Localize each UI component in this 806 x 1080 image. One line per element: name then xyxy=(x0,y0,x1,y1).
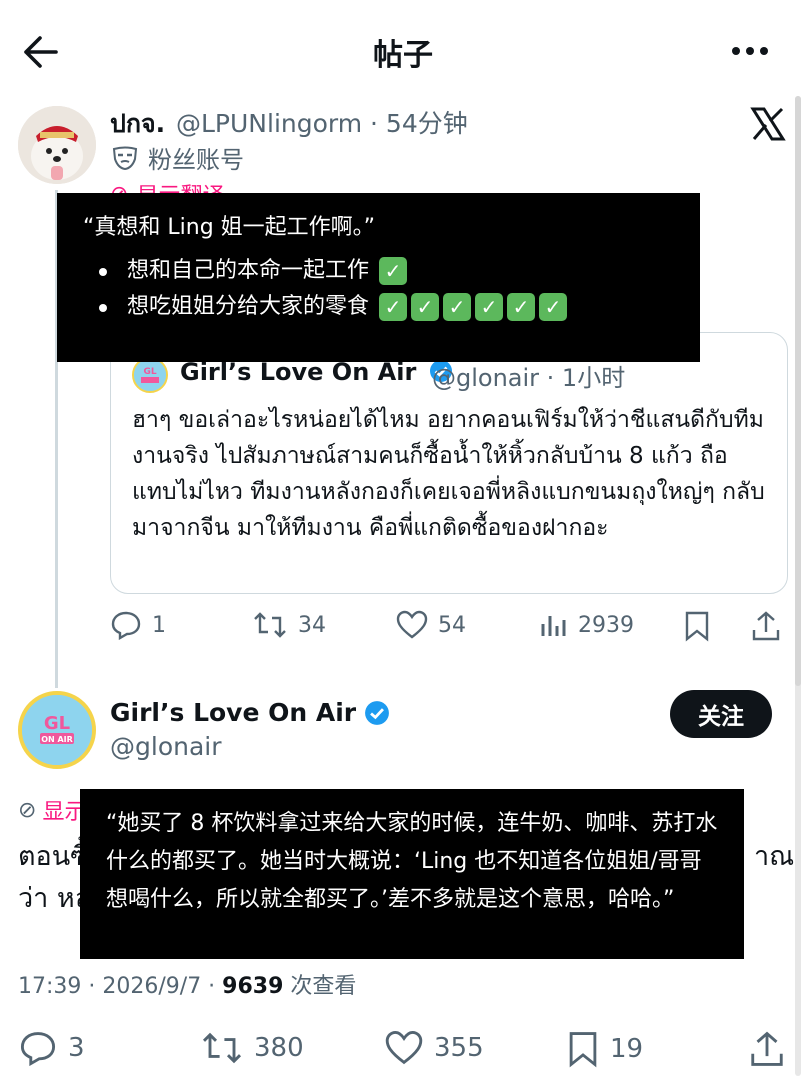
check-icon: ✓ xyxy=(475,293,504,321)
heart-icon xyxy=(384,1030,424,1066)
more-button[interactable] xyxy=(728,36,772,66)
like-count: 54 xyxy=(438,612,466,638)
author-name-text: Girl’s Love On Air xyxy=(110,698,357,727)
quoted-author-name: Girl’s Love On Air xyxy=(180,358,453,386)
views-button[interactable]: 2939 xyxy=(540,610,634,640)
like-button[interactable]: 355 xyxy=(384,1030,484,1066)
svg-text:GL: GL xyxy=(44,713,70,734)
quoted-avatar: GL xyxy=(132,357,168,393)
fan-account-label: 粉丝账号 xyxy=(112,140,244,175)
overlay-item-text: 想吃姐姐分给大家的零食 xyxy=(127,294,370,319)
bookmark-button[interactable]: 19 xyxy=(566,1030,643,1068)
follow-button[interactable]: 关注 xyxy=(670,690,772,738)
like-count: 355 xyxy=(434,1033,484,1063)
bookmark-icon xyxy=(566,1030,600,1068)
reply-icon xyxy=(110,610,142,640)
author-name[interactable]: Girl’s Love On Air xyxy=(110,698,390,727)
share-button[interactable] xyxy=(748,1030,786,1068)
retweet-icon xyxy=(200,1030,244,1066)
bookmark-icon xyxy=(684,610,710,642)
check-icon: ✓ xyxy=(379,257,408,285)
tweet-text-line: ตอนซื้ xyxy=(18,841,89,872)
check-icon: ✓ xyxy=(539,293,568,321)
share-icon xyxy=(750,610,782,642)
views-count: 2939 xyxy=(578,612,634,638)
retweet-count: 34 xyxy=(298,612,326,638)
share-button[interactable] xyxy=(750,610,782,642)
analytics-icon xyxy=(540,610,568,640)
reply-count: 1 xyxy=(152,612,166,638)
retweet-count: 380 xyxy=(254,1033,304,1063)
quoted-name-text: Girl’s Love On Air xyxy=(180,358,417,386)
avatar[interactable] xyxy=(18,106,96,184)
avatar[interactable]: GL ON AIR xyxy=(18,691,96,769)
reply-icon xyxy=(18,1030,58,1066)
heart-icon xyxy=(396,610,428,640)
check-icon: ✓ xyxy=(507,293,536,321)
bookmark-button[interactable] xyxy=(684,610,710,642)
scrollbar-thumb[interactable] xyxy=(795,96,801,686)
svg-text:GL: GL xyxy=(143,367,156,377)
verified-badge-icon xyxy=(364,700,390,726)
check-icon: ✓ xyxy=(443,293,472,321)
quoted-handle: @glonair · 1小时 xyxy=(432,364,626,392)
show-translation-link[interactable]: ⊘ 显示 xyxy=(18,794,86,826)
view-count: 9639 xyxy=(222,974,284,999)
overlay-item-text: 想和自己的本命一起工作 xyxy=(127,258,370,283)
mask-icon xyxy=(112,146,138,170)
overlay-item: 想吃姐姐分给大家的零食 ✓ ✓ ✓ ✓ ✓ ✓ xyxy=(83,289,700,325)
view-label: 次查看 xyxy=(283,974,357,999)
timestamp: 17:39 · 2026/9/7 · xyxy=(18,974,223,999)
overlay-quote: “真想和 Ling 姐一起工作啊。” xyxy=(83,215,376,240)
share-icon xyxy=(748,1030,786,1068)
quoted-text: ฮาๆ ขอเล่าอะไรหน่อยได้ไหม อยากคอนเฟิร์มใ… xyxy=(132,407,765,541)
translation-overlay: “她买了 8 杯饮料拿过来给大家的时候，连牛奶、咖啡、苏打水什么的都买了。她当时… xyxy=(80,789,744,959)
translation-overlay: “真想和 Ling 姐一起工作啊。” 想和自己的本命一起工作 ✓ 想吃姐姐分给大… xyxy=(57,193,700,362)
check-icon: ✓ xyxy=(379,293,408,321)
author-handle[interactable]: @glonair xyxy=(110,732,222,761)
overlay-item: 想和自己的本命一起工作 ✓ xyxy=(83,253,700,289)
author-name[interactable]: ปกจ. xyxy=(110,104,165,144)
svg-text:ON AIR: ON AIR xyxy=(41,735,73,744)
reply-count: 3 xyxy=(68,1033,85,1063)
reply-button[interactable]: 1 xyxy=(110,610,166,640)
bookmark-count: 19 xyxy=(610,1034,644,1064)
retweet-button[interactable]: 34 xyxy=(252,610,326,640)
tweet-text-line: าณ xyxy=(754,841,795,872)
more-horizontal-icon xyxy=(732,47,768,55)
like-button[interactable]: 54 xyxy=(396,610,466,640)
x-logo-icon xyxy=(750,106,786,142)
author-handle[interactable]: @LPUNlingorm · 54分钟 xyxy=(176,104,468,140)
retweet-button[interactable]: 380 xyxy=(200,1030,304,1066)
translate-icon: ⊘ xyxy=(18,797,37,823)
page-title: 帖子 xyxy=(373,38,433,73)
fan-account-text: 粉丝账号 xyxy=(148,146,244,174)
tweet-meta: 17:39 · 2026/9/7 · 9639 次查看 xyxy=(18,968,356,1000)
retweet-icon xyxy=(252,610,288,640)
check-icon: ✓ xyxy=(411,293,440,321)
reply-button[interactable]: 3 xyxy=(18,1030,85,1066)
